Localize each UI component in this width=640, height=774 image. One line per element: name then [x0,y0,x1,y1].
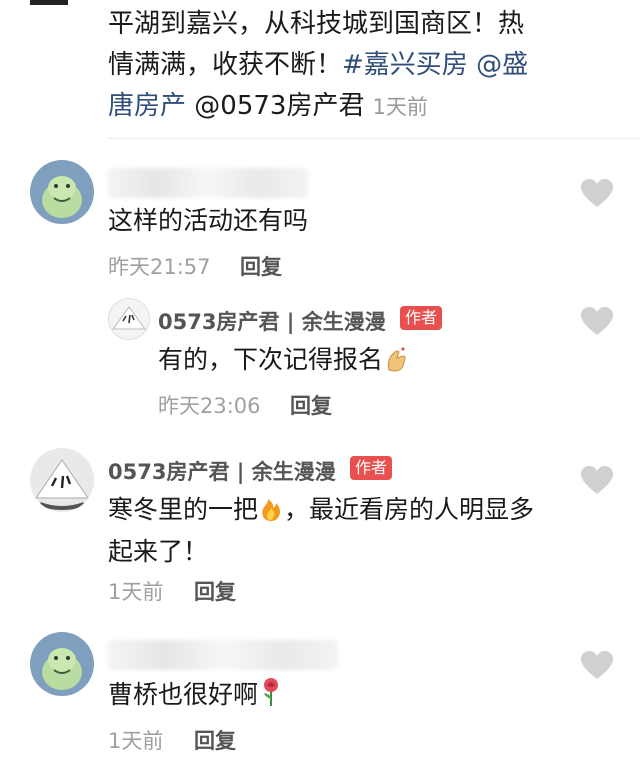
post-time: 1天前 [372,95,428,119]
reply-button[interactable]: 回复 [194,576,236,606]
heart-icon [581,466,613,494]
fire-emoji-icon [260,494,282,533]
comment-time: 昨天23:06 [158,394,261,418]
comment-time: 昨天21:57 [108,255,211,279]
top-bar-fragment [30,0,68,5]
reply-comment: 有的，下次记得报名 [158,343,411,381]
mention-link-0573[interactable]: @0573房产君 [194,91,364,121]
comment-text: 这样的活动还有吗 [108,206,309,235]
hashtag-link[interactable]: #嘉兴买房 [342,50,468,80]
heart-icon [581,179,613,207]
reply-button[interactable]: 回复 [194,725,236,755]
fan-calligraphy-avatar-icon [30,448,94,512]
blurred-username [108,640,338,670]
comment-text-start: 寒冬里的一把 [108,495,259,524]
commenter-avatar[interactable] [30,160,94,224]
heart-icon [581,307,613,335]
author-badge: 作者 [350,456,393,480]
finger-heart-emoji-icon [385,346,409,381]
reply-button[interactable]: 回复 [240,251,282,281]
author-avatar[interactable] [30,448,94,512]
blurred-username [108,168,308,198]
comment-text: 曹桥也很好啊 [108,680,259,709]
author-comment: 寒冬里的一把 ，最近看房的人明显多起来了！ [108,491,558,571]
divider [108,138,640,139]
like-button[interactable] [580,650,614,680]
like-button[interactable] [580,178,614,208]
author-avatar[interactable] [108,298,150,340]
comment-with-emoji: 曹桥也很好啊 [108,677,284,716]
comment-time: 1天前 [108,580,164,604]
jade-cabbage-avatar-icon [30,632,94,696]
rose-emoji-icon [260,677,282,716]
comment-text: 有的，下次记得报名 [158,345,384,374]
author-name[interactable]: 0573房产君 | 余生漫漫 [158,306,386,336]
post-caption: 平湖到嘉兴，从科技城到国商区！热情满满，收获不断！#嘉兴买房 @盛唐房产 @05… [108,4,548,128]
commenter-avatar[interactable] [30,632,94,696]
reply-button[interactable]: 回复 [290,390,332,420]
author-badge: 作者 [400,306,443,330]
heart-icon [581,651,613,679]
comment-time: 1天前 [108,729,164,753]
jade-cabbage-avatar-icon [30,160,94,224]
like-button[interactable] [580,465,614,495]
fan-calligraphy-avatar-icon [109,299,149,339]
author-name[interactable]: 0573房产君 | 余生漫漫 [108,456,336,486]
like-button[interactable] [580,306,614,336]
